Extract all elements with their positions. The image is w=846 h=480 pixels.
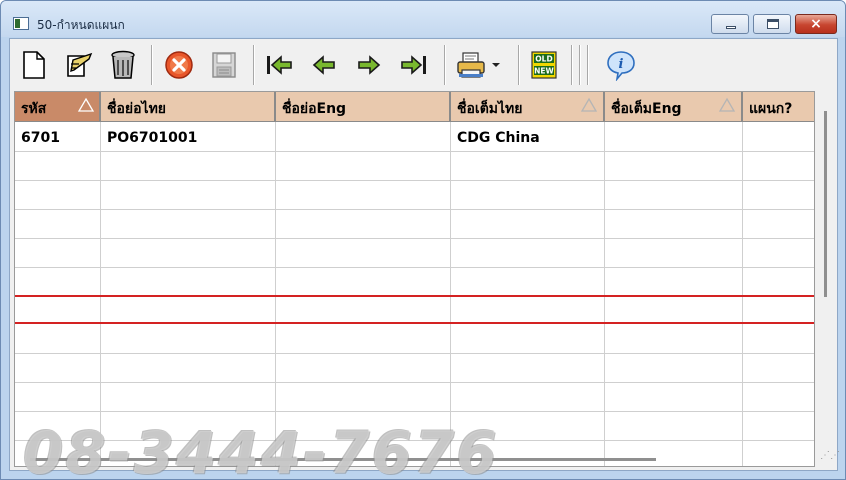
toolbar-separator <box>579 45 581 85</box>
new-icon <box>23 51 45 79</box>
old-new-button[interactable]: OLD NEW <box>527 48 561 82</box>
row-divider <box>15 267 814 268</box>
toolbar-separator <box>587 45 589 85</box>
row-divider <box>15 151 814 152</box>
new-button[interactable] <box>17 48 51 82</box>
column-header-code[interactable]: รหัส <box>15 92 101 122</box>
delete-button[interactable] <box>106 48 140 82</box>
row-divider <box>15 180 814 181</box>
row-divider <box>15 382 814 383</box>
column-header-full-thai[interactable]: ชื่อเต็มไทย <box>451 92 605 122</box>
dropdown-arrow-icon <box>492 63 500 67</box>
maximize-button[interactable] <box>753 14 791 34</box>
column-header-full-eng[interactable]: ชื่อเต็มEng <box>605 92 743 122</box>
print-options-dropdown[interactable] <box>488 48 504 82</box>
toolbar: OLD NEW i <box>10 39 837 89</box>
edit-button[interactable] <box>62 48 96 82</box>
old-label: OLD <box>535 55 552 64</box>
cell-code[interactable]: 6701 <box>21 130 60 146</box>
new-label: NEW <box>534 67 554 76</box>
close-icon: × <box>810 16 822 32</box>
cancel-icon <box>165 51 193 79</box>
column-header-label: ชื่อย่อEng <box>282 101 347 117</box>
vertical-scrollbar[interactable] <box>816 91 836 467</box>
first-record-icon <box>267 55 292 75</box>
edit-icon <box>67 52 93 77</box>
last-record-icon <box>401 55 426 75</box>
old-new-icon: OLD NEW <box>531 51 557 79</box>
cell-short-thai[interactable]: PO6701001 <box>107 130 197 146</box>
previous-record-icon <box>312 55 335 75</box>
print-button[interactable] <box>454 48 488 82</box>
previous-record-button[interactable] <box>307 48 341 82</box>
toolbar-separator <box>151 45 153 85</box>
minimize-icon <box>726 26 736 29</box>
phone-watermark: 08-3444-7676 <box>23 419 499 480</box>
row-divider <box>15 353 814 354</box>
info-button[interactable]: i <box>604 48 638 82</box>
save-disk-icon <box>212 52 236 78</box>
toolbar-separator <box>253 45 255 85</box>
save-button[interactable] <box>207 48 241 82</box>
selected-row-top-border <box>15 295 814 297</box>
column-header-label: ชื่อเต็มไทย <box>457 101 523 117</box>
toolbar-separator <box>518 45 520 85</box>
first-record-button[interactable] <box>262 48 296 82</box>
row-divider <box>15 238 814 239</box>
selected-row-bottom-border <box>15 322 814 324</box>
cancel-button[interactable] <box>162 48 196 82</box>
row-divider <box>15 411 814 412</box>
cell-full-thai[interactable]: CDG China <box>457 130 540 146</box>
column-header-department[interactable]: แผนก? <box>743 92 814 122</box>
column-header-label: ชื่อย่อไทย <box>107 101 166 117</box>
minimize-button[interactable] <box>711 14 749 34</box>
column-header-label: แผนก? <box>749 101 793 117</box>
window-title: 50-กำหนดแผนก <box>37 18 125 32</box>
data-grid[interactable]: รหัส ชื่อย่อไทย ชื่อย่อEng ชื่อเต็มไทย ช… <box>14 91 815 467</box>
last-record-button[interactable] <box>397 48 431 82</box>
row-divider <box>15 209 814 210</box>
info-glyph: i <box>619 57 624 72</box>
main-window: 50-กำหนดแผนก × OLD NEW i รหัส ชื่อย่อไทย… <box>0 0 846 480</box>
toolbar-separator <box>571 45 573 85</box>
print-icon <box>457 52 485 78</box>
close-button[interactable]: × <box>795 14 837 34</box>
vertical-scroll-thumb[interactable] <box>824 111 827 297</box>
app-icon <box>13 17 29 30</box>
delete-trash-icon <box>111 50 135 79</box>
info-icon: i <box>607 51 635 81</box>
sort-triangle-icon <box>718 97 736 112</box>
column-header-short-eng[interactable]: ชื่อย่อEng <box>276 92 451 122</box>
next-record-icon <box>358 55 381 75</box>
toolbar-separator <box>444 45 446 85</box>
maximize-icon <box>767 19 779 29</box>
column-header-label: รหัส <box>21 101 47 117</box>
client-area: OLD NEW i รหัส ชื่อย่อไทย ชื่อย่อEng ชื่… <box>9 38 840 471</box>
next-record-button[interactable] <box>352 48 386 82</box>
column-header-short-thai[interactable]: ชื่อย่อไทย <box>101 92 276 122</box>
sort-triangle-icon <box>77 97 95 112</box>
column-header-label: ชื่อเต็มEng <box>611 101 682 117</box>
title-bar[interactable]: 50-กำหนดแผนก × <box>1 1 845 37</box>
sort-triangle-icon <box>580 97 598 112</box>
resize-grip-icon[interactable]: ⋰⋰ <box>820 451 840 467</box>
